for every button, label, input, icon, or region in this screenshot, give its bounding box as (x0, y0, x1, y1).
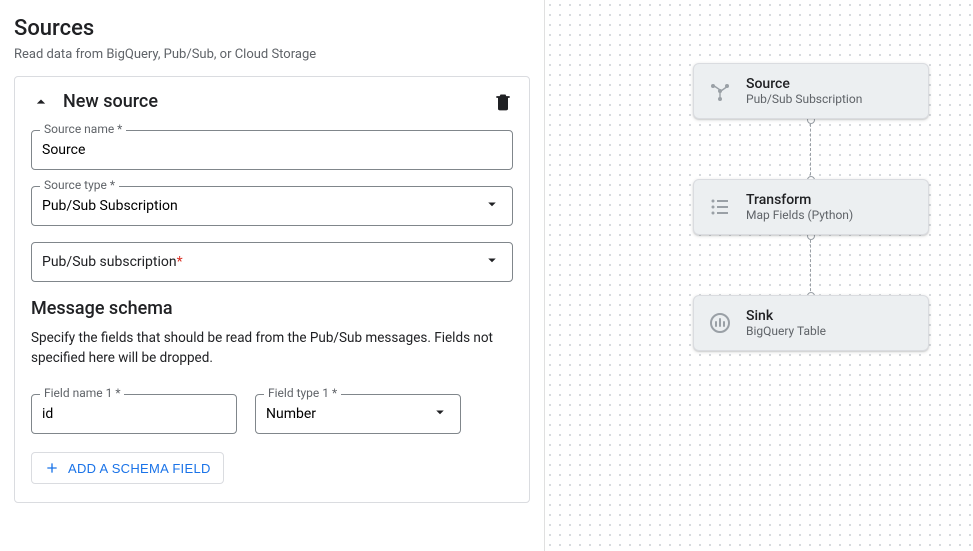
schema-row: Field name 1 * Field type 1 * (31, 394, 513, 434)
node-texts: Sink BigQuery Table (746, 308, 826, 338)
plus-icon (44, 460, 60, 476)
node-subtitle: Map Fields (Python) (746, 208, 853, 222)
node-texts: Transform Map Fields (Python) (746, 192, 853, 222)
node-subtitle: Pub/Sub Subscription (746, 92, 862, 106)
field-name-label: Field name 1 * (40, 386, 124, 400)
node-transform[interactable]: Transform Map Fields (Python) (693, 179, 929, 235)
source-name-field: Source name * (31, 130, 513, 170)
pipeline-canvas[interactable]: Source Pub/Sub Subscription Transform Ma… (544, 0, 973, 551)
connector (810, 235, 811, 296)
card-header: New source (31, 91, 513, 112)
card-title: New source (63, 91, 481, 112)
source-icon (708, 79, 732, 103)
schema-description: Specify the fields that should be read f… (31, 329, 513, 368)
node-source[interactable]: Source Pub/Sub Subscription (693, 63, 929, 119)
node-title: Sink (746, 308, 826, 324)
source-type-select[interactable] (31, 186, 513, 226)
source-name-input[interactable] (31, 130, 513, 170)
add-button-label: ADD A SCHEMA FIELD (68, 461, 211, 476)
connector (810, 119, 811, 180)
node-title: Source (746, 76, 862, 92)
source-type-field: Source type * (31, 186, 513, 226)
chevron-up-icon[interactable] (31, 92, 51, 112)
field-name-wrap: Field name 1 * (31, 394, 237, 434)
required-mark: * (177, 254, 183, 270)
subscription-label-text: Pub/Sub subscription (42, 254, 177, 270)
trash-icon[interactable] (493, 92, 513, 112)
field-name-input[interactable] (31, 394, 237, 434)
node-sink[interactable]: Sink BigQuery Table (693, 295, 929, 351)
node-texts: Source Pub/Sub Subscription (746, 76, 862, 106)
section-title: Sources (14, 16, 530, 41)
sources-panel: Sources Read data from BigQuery, Pub/Sub… (0, 0, 544, 551)
database-icon (708, 311, 732, 335)
subscription-select[interactable]: Pub/Sub subscription * (31, 242, 513, 282)
source-type-label: Source type * (40, 178, 119, 192)
source-name-label: Source name * (40, 122, 126, 136)
field-type-wrap: Field type 1 * (255, 394, 461, 434)
subscription-field: Pub/Sub subscription * (31, 242, 513, 282)
add-schema-field-button[interactable]: ADD A SCHEMA FIELD (31, 452, 224, 484)
list-icon (708, 195, 732, 219)
schema-title: Message schema (31, 298, 513, 319)
source-card: New source Source name * Source type * P… (14, 76, 530, 503)
field-type-label: Field type 1 * (264, 386, 341, 400)
section-subtitle: Read data from BigQuery, Pub/Sub, or Clo… (14, 47, 530, 62)
node-subtitle: BigQuery Table (746, 324, 826, 338)
node-title: Transform (746, 192, 853, 208)
field-type-select[interactable] (255, 394, 461, 434)
